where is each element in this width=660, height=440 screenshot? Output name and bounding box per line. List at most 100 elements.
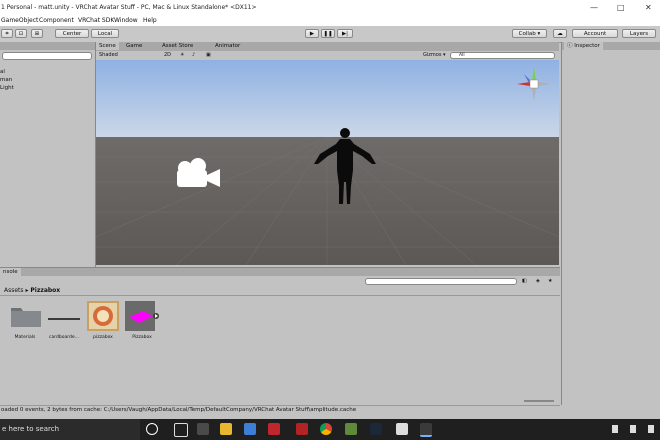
hierarchy-tabstrip	[0, 42, 95, 50]
2d-toggle[interactable]: 2D	[164, 52, 171, 58]
hierarchy-item[interactable]: man	[0, 77, 12, 83]
minecraft-icon[interactable]	[345, 423, 357, 435]
tray-icon[interactable]	[630, 425, 636, 433]
asset-item[interactable]: cardboarde...	[46, 301, 82, 340]
camera-gizmo-icon[interactable]	[174, 157, 222, 191]
zoom-slider[interactable]	[524, 400, 554, 402]
pause-button[interactable]: ❚❚	[321, 29, 335, 38]
mail-icon[interactable]	[244, 423, 256, 435]
mesh-icon	[48, 318, 80, 320]
rect-tool-icon[interactable]: ⌗	[1, 29, 13, 38]
tab-scene[interactable]: Scene	[96, 42, 119, 50]
prefab-icon	[125, 301, 159, 331]
cloud-icon[interactable]: ☁	[553, 29, 567, 38]
main-toolbar: ⌗ ⊡ ⊞ Center Local ▶ ❚❚ ▶| Collab ▾ ☁ Ac…	[0, 26, 660, 43]
taskbar-search-text: e here to search	[2, 425, 60, 433]
tab-game[interactable]: Game	[123, 42, 145, 50]
asset-label: pizzabox	[93, 335, 113, 340]
menu-window[interactable]: Window	[114, 17, 138, 24]
hierarchy-panel: al man Light	[0, 42, 96, 267]
project-tabstrip: nsole	[0, 268, 560, 276]
asset-item[interactable]: pizzabox	[85, 301, 121, 340]
scene-tab-label: Scene	[99, 43, 116, 49]
task-view-icon[interactable]	[174, 423, 188, 437]
label-icon[interactable]: ◈	[536, 278, 540, 284]
effects-icon[interactable]: ▣	[206, 52, 211, 58]
collab-label: Collab ▾	[518, 31, 541, 37]
shading-label: Shaded	[99, 52, 118, 58]
scale-tool-icon[interactable]: ⊡	[15, 29, 27, 38]
unity-icon[interactable]	[420, 423, 432, 437]
star-icon[interactable]: ★	[548, 278, 552, 284]
2d-label: 2D	[164, 52, 172, 58]
tab-inspector[interactable]: ⓘ Inspector	[564, 42, 603, 50]
taskbar-search-box[interactable]: e here to search	[0, 419, 140, 440]
tray-icon[interactable]	[648, 425, 654, 433]
hierarchy-item[interactable]: al	[0, 69, 5, 75]
asset-store-tab-label: Asset Store	[162, 43, 194, 49]
app-icon[interactable]	[268, 423, 280, 435]
avatar-model[interactable]	[312, 126, 378, 206]
gizmos-dropdown[interactable]: Gizmos ▾	[423, 52, 446, 58]
asset-item[interactable]: Pizzabox	[124, 301, 162, 340]
asset-label: cardboarde...	[49, 335, 79, 340]
vr-icon[interactable]	[396, 423, 408, 435]
animator-tab-label: Animator	[215, 43, 241, 49]
taskbar: e here to search	[0, 419, 660, 440]
scene-search-input[interactable]: All	[450, 52, 555, 59]
shading-mode-dropdown[interactable]: Shaded	[99, 52, 159, 58]
maximize-button[interactable]: □	[617, 3, 625, 12]
asset-label: Pizzabox	[132, 335, 152, 340]
hierarchy-item[interactable]: Light	[0, 85, 14, 91]
status-message: oaded 0 events, 2 bytes from cache: C:/U…	[1, 407, 357, 413]
close-button[interactable]: ✕	[645, 3, 652, 12]
orientation-gizmo-icon[interactable]	[512, 64, 556, 104]
breadcrumb: Assets ▸ Pizzabox	[4, 287, 60, 294]
file-explorer-icon[interactable]	[220, 423, 232, 435]
asset-item[interactable]: Materials	[7, 301, 43, 340]
audio-icon[interactable]: ♪	[192, 52, 195, 58]
hierarchy-search-input[interactable]	[2, 52, 92, 60]
status-bar: oaded 0 events, 2 bytes from cache: C:/U…	[0, 405, 560, 416]
game-tab-label: Game	[126, 43, 143, 49]
account-label: Account	[583, 31, 607, 37]
lighting-icon[interactable]: ☀	[180, 52, 184, 58]
app-icon[interactable]	[296, 423, 308, 435]
pivot-local-button[interactable]: Local	[91, 29, 119, 38]
cortana-icon[interactable]	[146, 423, 158, 435]
tab-asset-store[interactable]: Asset Store	[159, 42, 196, 50]
breadcrumb-current[interactable]: Pizzabox	[30, 287, 60, 294]
project-panel: nsole ◧ ◈ ★ Assets ▸ Pizzabox Materials …	[0, 267, 560, 406]
scene-tabstrip: Scene Game Asset Store Animator	[96, 42, 559, 51]
layers-button[interactable]: Layers	[622, 29, 656, 38]
breadcrumb-root[interactable]: Assets	[4, 287, 24, 294]
tab-animator[interactable]: Animator	[212, 42, 243, 50]
collab-button[interactable]: Collab ▾	[512, 29, 547, 38]
folder-icon	[11, 308, 41, 327]
title-bar: 1 Personal - matt.unity - VRChat Avatar …	[0, 0, 660, 15]
minimize-button[interactable]: —	[590, 3, 598, 12]
store-icon[interactable]	[197, 423, 209, 435]
tab-console[interactable]: nsole	[0, 268, 21, 276]
scene-search-placeholder: All	[459, 53, 465, 58]
menu-component[interactable]: Component	[39, 17, 74, 24]
window-title: 1 Personal - matt.unity - VRChat Avatar …	[1, 4, 257, 11]
center-label: Center	[62, 31, 82, 37]
menu-vrchat-sdk[interactable]: VRChat SDK	[78, 17, 114, 24]
menu-help[interactable]: Help	[143, 17, 157, 24]
filter-icon[interactable]: ◧	[522, 278, 527, 284]
menu-gameobject[interactable]: GameObject	[1, 17, 38, 24]
project-search-input[interactable]	[365, 278, 517, 285]
account-button[interactable]: Account	[572, 29, 618, 38]
pivot-center-button[interactable]: Center	[55, 29, 89, 38]
steam-icon[interactable]	[370, 423, 382, 435]
asset-label: Materials	[14, 335, 36, 340]
tray-icon[interactable]	[612, 425, 618, 433]
step-button[interactable]: ▶|	[337, 29, 353, 38]
console-tab-label: nsole	[3, 269, 18, 275]
gizmos-label: Gizmos ▾	[423, 52, 446, 58]
chrome-icon[interactable]	[320, 423, 332, 435]
transform-tool-icon[interactable]: ⊞	[31, 29, 43, 38]
play-button[interactable]: ▶	[305, 29, 319, 38]
inspector-panel: ⓘ Inspector	[561, 42, 660, 405]
